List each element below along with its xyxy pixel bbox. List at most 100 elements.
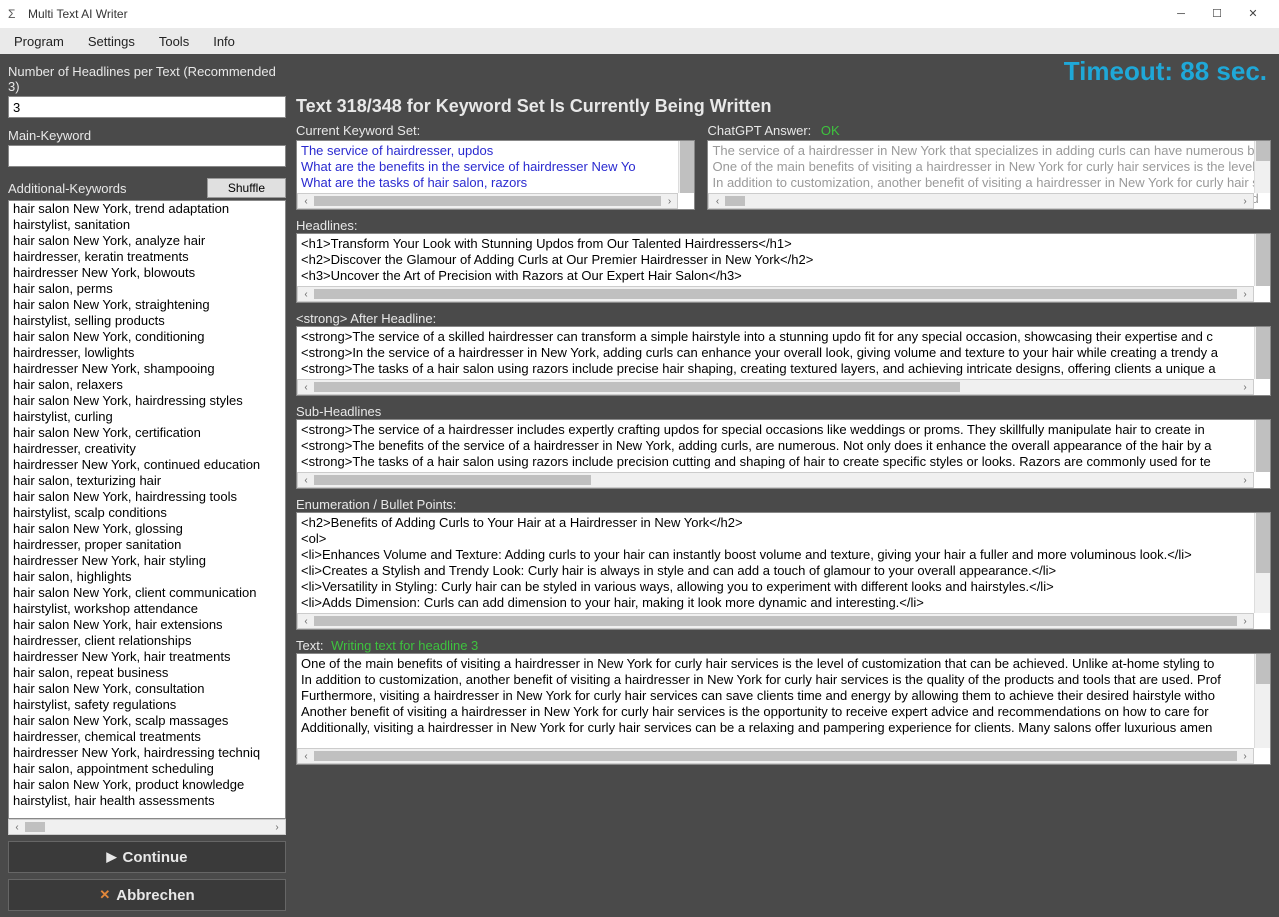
list-item[interactable]: hair salon, repeat business: [9, 665, 285, 681]
subheadlines-label: Sub-Headlines: [296, 404, 1271, 419]
close-button[interactable]: ✕: [1235, 0, 1271, 28]
vscroll[interactable]: [678, 141, 694, 193]
app-title: Multi Text AI Writer: [28, 7, 128, 21]
menu-info[interactable]: Info: [203, 31, 245, 52]
list-item[interactable]: hairdresser New York, hairdressing techn…: [9, 745, 285, 761]
text-line: <strong>The service of a hairdresser inc…: [301, 422, 1266, 438]
continue-button[interactable]: ▶ Continue: [8, 841, 286, 873]
text-line: <strong>The tasks of a hair salon using …: [301, 454, 1266, 470]
list-item[interactable]: hair salon, appointment scheduling: [9, 761, 285, 777]
list-item[interactable]: hairdresser, keratin treatments: [9, 249, 285, 265]
list-item[interactable]: hair salon New York, product knowledge: [9, 777, 285, 793]
scroll-right-icon[interactable]: ›: [269, 822, 285, 833]
list-item[interactable]: hairdresser, lowlights: [9, 345, 285, 361]
scroll-left-icon[interactable]: ‹: [9, 822, 25, 833]
text-line: The service of hairdresser, updos: [301, 143, 690, 159]
list-item[interactable]: hairstylist, sanitation: [9, 217, 285, 233]
text-line: In addition to customization, another be…: [712, 175, 1266, 191]
list-item[interactable]: hairdresser, client relationships: [9, 633, 285, 649]
list-item[interactable]: hairdresser New York, blowouts: [9, 265, 285, 281]
strong-after-headline-label: <strong> After Headline:: [296, 311, 1271, 326]
current-keyword-label: Current Keyword Set:: [296, 123, 695, 138]
enumeration-box[interactable]: <h2>Benefits of Adding Curls to Your Hai…: [296, 512, 1271, 630]
text-line: <li>Adds Dimension: Curls can add dimens…: [301, 595, 1266, 611]
keywords-list[interactable]: hair salon New York, trend adaptationhai…: [8, 200, 286, 819]
current-keyword-box[interactable]: The service of hairdresser, updosWhat ar…: [296, 140, 695, 210]
list-item[interactable]: hairstylist, curling: [9, 409, 285, 425]
vscroll[interactable]: [1254, 234, 1270, 286]
menu-program[interactable]: Program: [4, 31, 74, 52]
list-item[interactable]: hair salon New York, hairdressing styles: [9, 393, 285, 409]
list-item[interactable]: hair salon New York, hair extensions: [9, 617, 285, 633]
list-item[interactable]: hairdresser New York, shampooing: [9, 361, 285, 377]
list-item[interactable]: hairstylist, selling products: [9, 313, 285, 329]
text-line: <strong>The tasks of a hair salon using …: [301, 361, 1266, 377]
text-line: <h2>Discover the Glamour of Adding Curls…: [301, 252, 1266, 268]
list-item[interactable]: hairdresser, proper sanitation: [9, 537, 285, 553]
text-line: <strong>In the service of a hairdresser …: [301, 345, 1266, 361]
hscroll[interactable]: ‹›: [708, 193, 1254, 209]
list-item[interactable]: hairstylist, workshop attendance: [9, 601, 285, 617]
list-item[interactable]: hairstylist, safety regulations: [9, 697, 285, 713]
list-item[interactable]: hair salon New York, trend adaptation: [9, 201, 285, 217]
text-line: <li>Creates a Stylish and Trendy Look: C…: [301, 563, 1266, 579]
app-icon: Σ: [8, 7, 22, 21]
abort-button[interactable]: ✕ Abbrechen: [8, 879, 286, 911]
text-box[interactable]: One of the main benefits of visiting a h…: [296, 653, 1271, 765]
text-line: One of the main benefits of visiting a h…: [712, 159, 1266, 175]
headlines-count-input[interactable]: [8, 96, 286, 118]
list-item[interactable]: hair salon New York, glossing: [9, 521, 285, 537]
text-line: <h1>Transform Your Look with Stunning Up…: [301, 236, 1266, 252]
vscroll[interactable]: [1254, 141, 1270, 193]
list-item[interactable]: hair salon New York, certification: [9, 425, 285, 441]
abort-label: Abbrechen: [116, 887, 194, 904]
vscroll[interactable]: [1254, 327, 1270, 379]
hscroll[interactable]: ‹›: [297, 748, 1254, 764]
list-item[interactable]: hair salon, relaxers: [9, 377, 285, 393]
text-line: <ol>: [301, 531, 1266, 547]
hscroll[interactable]: ‹›: [297, 286, 1254, 302]
list-item[interactable]: hair salon New York, consultation: [9, 681, 285, 697]
hscroll[interactable]: ‹›: [297, 379, 1254, 395]
list-item[interactable]: hair salon New York, analyze hair: [9, 233, 285, 249]
list-item[interactable]: hairstylist, scalp conditions: [9, 505, 285, 521]
list-item[interactable]: hair salon New York, scalp massages: [9, 713, 285, 729]
vscroll[interactable]: [1254, 654, 1270, 748]
list-item[interactable]: hair salon, perms: [9, 281, 285, 297]
list-item[interactable]: hair salon New York, hairdressing tools: [9, 489, 285, 505]
shuffle-button[interactable]: Shuffle: [207, 178, 286, 198]
main-keyword-input[interactable]: [8, 145, 286, 167]
subheadlines-box[interactable]: <strong>The service of a hairdresser inc…: [296, 419, 1271, 489]
hscroll[interactable]: ‹›: [297, 472, 1254, 488]
list-item[interactable]: hairdresser New York, hair treatments: [9, 649, 285, 665]
hscroll[interactable]: ‹›: [297, 613, 1254, 629]
list-item[interactable]: hair salon New York, conditioning: [9, 329, 285, 345]
minimize-button[interactable]: ─: [1163, 0, 1199, 28]
headlines-box[interactable]: <h1>Transform Your Look with Stunning Up…: [296, 233, 1271, 303]
vscroll[interactable]: [1254, 420, 1270, 472]
list-item[interactable]: hair salon New York, straightening: [9, 297, 285, 313]
text-line: <strong>The benefits of the service of a…: [301, 438, 1266, 454]
keywords-hscroll[interactable]: ‹ ›: [8, 819, 286, 835]
strong-after-headline-box[interactable]: <strong>The service of a skilled hairdre…: [296, 326, 1271, 396]
maximize-button[interactable]: ☐: [1199, 0, 1235, 28]
text-line: Additionally, visiting a hairdresser in …: [301, 720, 1266, 736]
list-item[interactable]: hair salon, texturizing hair: [9, 473, 285, 489]
enumeration-label: Enumeration / Bullet Points:: [296, 497, 1271, 512]
list-item[interactable]: hairdresser New York, continued educatio…: [9, 457, 285, 473]
text-line: <h2>Benefits of Adding Curls to Your Hai…: [301, 515, 1266, 531]
list-item[interactable]: hairdresser, chemical treatments: [9, 729, 285, 745]
menu-bar: Program Settings Tools Info: [0, 28, 1279, 54]
headlines-label: Headlines:: [296, 218, 1271, 233]
list-item[interactable]: hairstylist, hair health assessments: [9, 793, 285, 809]
chatgpt-answer-box[interactable]: The service of a hairdresser in New York…: [707, 140, 1271, 210]
list-item[interactable]: hairdresser, creativity: [9, 441, 285, 457]
list-item[interactable]: hairdresser New York, hair styling: [9, 553, 285, 569]
list-item[interactable]: hair salon, highlights: [9, 569, 285, 585]
menu-settings[interactable]: Settings: [78, 31, 145, 52]
hscroll[interactable]: ‹›: [297, 193, 678, 209]
list-item[interactable]: hair salon New York, client communicatio…: [9, 585, 285, 601]
text-line: Furthermore, visiting a hairdresser in N…: [301, 688, 1266, 704]
vscroll[interactable]: [1254, 513, 1270, 613]
menu-tools[interactable]: Tools: [149, 31, 199, 52]
